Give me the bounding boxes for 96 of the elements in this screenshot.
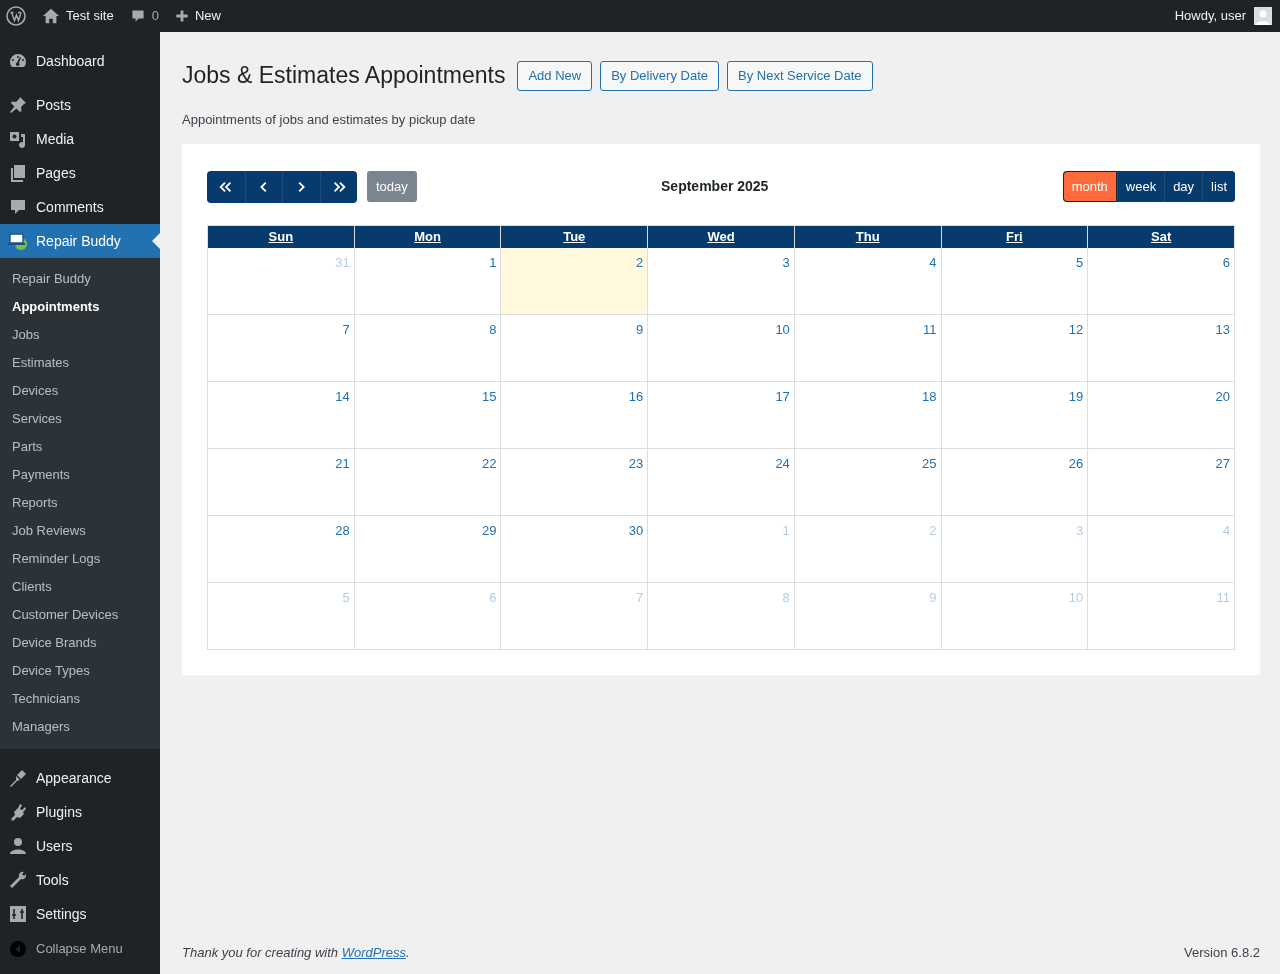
page-action-button[interactable]: By Delivery Date xyxy=(600,61,719,91)
day-number[interactable]: 13 xyxy=(1215,321,1230,337)
weekday-header[interactable]: Mon xyxy=(354,225,502,248)
submenu-item[interactable]: Device Types xyxy=(0,657,160,685)
weekday-header[interactable]: Sun xyxy=(208,225,355,248)
submenu-item[interactable]: Repair Buddy xyxy=(0,265,160,293)
submenu-item[interactable]: Job Reviews xyxy=(0,517,160,545)
submenu-item[interactable]: Estimates xyxy=(0,349,160,377)
submenu-item[interactable]: Customer Devices xyxy=(0,601,160,629)
submenu-item[interactable]: Reports xyxy=(0,489,160,517)
day-number[interactable]: 2 xyxy=(635,254,644,270)
media-icon xyxy=(8,129,28,149)
submenu-item[interactable]: Devices xyxy=(0,377,160,405)
submenu-item[interactable]: Device Brands xyxy=(0,629,160,657)
submenu-item[interactable]: Payments xyxy=(0,461,160,489)
laptop-gear-icon xyxy=(8,231,28,251)
submenu-item[interactable]: Clients xyxy=(0,573,160,601)
day-number[interactable]: 29 xyxy=(481,522,497,538)
site-link[interactable]: Test site xyxy=(66,6,114,26)
greeting[interactable]: Howdy, user xyxy=(1174,6,1246,26)
day-number[interactable]: 14 xyxy=(335,388,350,404)
sidebar-item[interactable]: Tools xyxy=(0,863,160,897)
page-title: Jobs & Estimates Appointments xyxy=(182,62,506,90)
weekday-header[interactable]: Tue xyxy=(501,225,649,248)
submenu-item[interactable]: Reminder Logs xyxy=(0,545,160,573)
sidebar-item[interactable]: Settings xyxy=(0,897,160,931)
weekday-header[interactable]: Wed xyxy=(648,225,795,248)
day-number[interactable]: 8 xyxy=(489,321,497,337)
sidebar-item[interactable]: Posts xyxy=(0,88,160,122)
page-description: Appointments of jobs and estimates by pickup date xyxy=(182,111,477,129)
wordpress-logo-icon xyxy=(6,6,26,26)
sidebar-item[interactable]: Media xyxy=(0,122,160,156)
sidebar-item[interactable]: Dashboard xyxy=(0,44,160,78)
day-number[interactable]: 4 xyxy=(929,254,937,270)
comment-count[interactable]: 0 xyxy=(151,6,159,26)
sidebar-item[interactable]: Pages xyxy=(0,156,160,190)
sidebar-item[interactable]: Repair Buddy xyxy=(0,224,160,258)
sidebar-item[interactable]: Users xyxy=(0,829,160,863)
weekday-header[interactable]: Fri xyxy=(941,225,1089,248)
sliders-icon xyxy=(8,904,28,924)
plus-icon xyxy=(174,9,189,23)
day-number[interactable]: 21 xyxy=(335,455,350,471)
day-number[interactable]: 3 xyxy=(782,254,790,270)
day-number[interactable]: 7 xyxy=(342,321,350,337)
calendar-title: September 2025 xyxy=(661,178,769,194)
sidebar-item[interactable]: Comments xyxy=(0,190,160,224)
day-number[interactable]: 20 xyxy=(1215,388,1230,404)
submenu-item[interactable]: Jobs xyxy=(0,321,160,349)
sidebar-item[interactable]: Plugins xyxy=(0,795,160,829)
day-number[interactable]: 24 xyxy=(775,455,790,471)
new-link[interactable]: New xyxy=(194,6,221,26)
day-number[interactable]: 11 xyxy=(923,321,937,337)
day-number[interactable]: 16 xyxy=(628,388,644,404)
comment-icon xyxy=(8,197,28,217)
weekday-header[interactable]: Thu xyxy=(794,225,942,248)
day-number[interactable]: 26 xyxy=(1068,455,1084,471)
day-number[interactable]: 5 xyxy=(1076,254,1084,270)
day-number[interactable]: 25 xyxy=(922,455,937,471)
pages-icon xyxy=(8,163,28,183)
page-action-button[interactable]: By Next Service Date xyxy=(727,61,873,91)
day-number[interactable]: 17 xyxy=(775,388,790,404)
page-action-button[interactable]: Add New xyxy=(517,61,593,91)
wrench-icon xyxy=(8,870,28,890)
day-number[interactable]: 6 xyxy=(1222,254,1230,270)
weekday-header[interactable]: Sat xyxy=(1088,225,1235,248)
collapse-menu-button[interactable]: Collapse Menu xyxy=(0,931,160,959)
version-text: Version 6.8.2 xyxy=(1184,943,1260,962)
submenu-item[interactable]: Appointments xyxy=(0,293,160,321)
submenu-item[interactable]: Managers xyxy=(0,713,160,741)
pin-icon xyxy=(8,95,28,115)
home-icon xyxy=(42,7,60,25)
sidebar-item[interactable]: Appearance xyxy=(0,761,160,795)
avatar-icon xyxy=(1254,7,1272,25)
day-number[interactable]: 1 xyxy=(489,254,497,270)
comment-icon xyxy=(129,8,146,24)
day-number[interactable]: 23 xyxy=(628,455,644,471)
view-button[interactable]: month xyxy=(1062,171,1117,202)
day-number[interactable]: 19 xyxy=(1068,388,1084,404)
day-number[interactable]: 12 xyxy=(1068,321,1084,337)
day-number[interactable]: 18 xyxy=(922,388,937,404)
brush-icon xyxy=(8,768,28,788)
day-number[interactable]: 15 xyxy=(481,388,497,404)
view-button[interactable]: list xyxy=(1202,171,1235,202)
day-number[interactable]: 10 xyxy=(775,321,790,337)
submenu-item[interactable]: Services xyxy=(0,405,160,433)
day-number[interactable]: 22 xyxy=(481,455,497,471)
day-number[interactable]: 28 xyxy=(335,522,350,538)
submenu-item[interactable]: Technicians xyxy=(0,685,160,713)
today-button[interactable]: today xyxy=(367,171,417,202)
wordpress-link[interactable]: WordPress xyxy=(341,944,406,960)
day-number[interactable]: 30 xyxy=(628,522,644,538)
submenu-item[interactable]: Parts xyxy=(0,433,160,461)
footer-credit: Thank you for creating with WordPress. xyxy=(182,943,410,962)
day-number[interactable]: 9 xyxy=(635,321,644,337)
user-icon xyxy=(8,836,28,856)
day-number[interactable]: 27 xyxy=(1215,455,1230,471)
